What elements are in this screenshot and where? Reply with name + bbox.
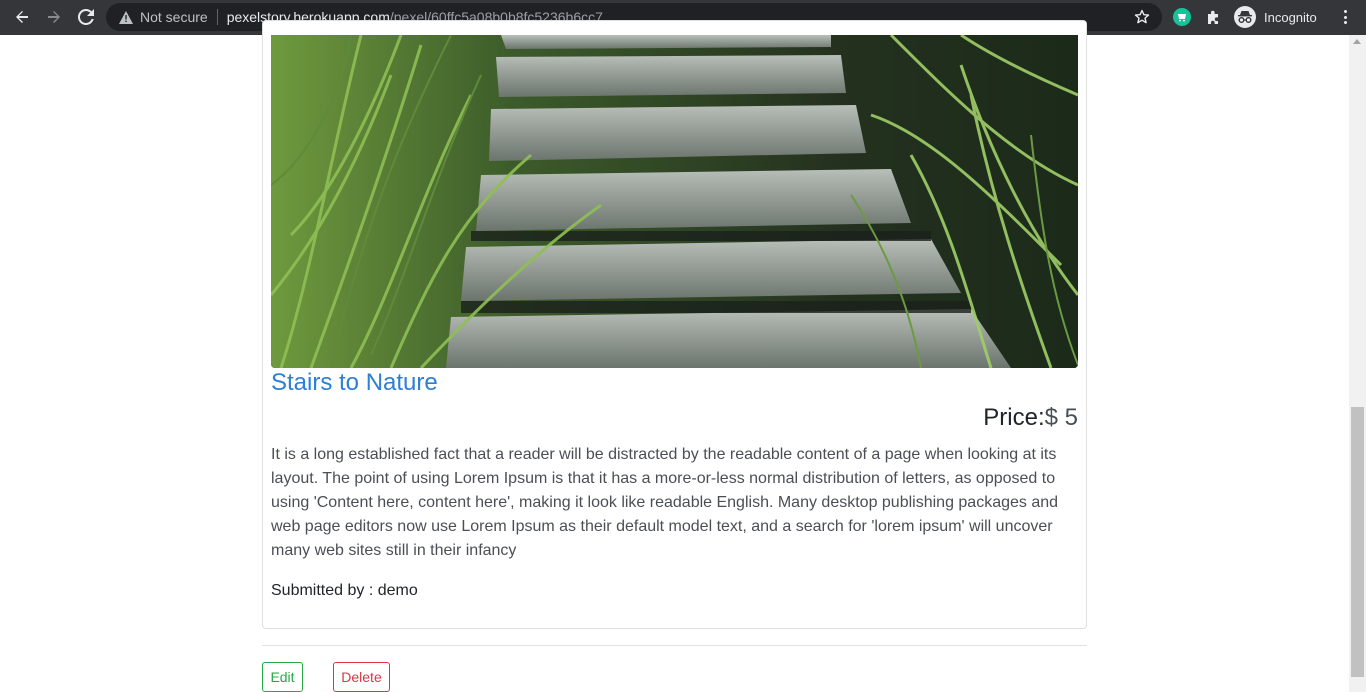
page-scrollbar[interactable]	[1349, 35, 1366, 692]
edit-button[interactable]: Edit	[262, 662, 303, 692]
incognito-label: Incognito	[1264, 9, 1317, 25]
price-value: $ 5	[1044, 404, 1078, 431]
grammarly-icon[interactable]	[1173, 8, 1191, 26]
reload-icon[interactable]	[70, 1, 102, 33]
scrollbar-thumb[interactable]	[1351, 407, 1364, 677]
price-label: Price:	[983, 404, 1045, 431]
delete-button[interactable]: Delete	[333, 662, 390, 692]
back-arrow-icon[interactable]	[6, 1, 38, 33]
post-description: It is a long established fact that a rea…	[271, 446, 1059, 559]
submitted-by: Submitted by : demo	[271, 582, 418, 599]
star-icon[interactable]	[1134, 9, 1150, 25]
post-title-link[interactable]: Stairs to Nature	[271, 368, 438, 398]
incognito-profile-button[interactable]: Incognito	[1234, 5, 1317, 29]
security-label[interactable]: Not secure	[140, 9, 208, 25]
omnibox-divider	[216, 9, 218, 25]
kebab-menu-icon[interactable]	[1336, 8, 1354, 26]
puzzle-icon[interactable]	[1205, 8, 1223, 26]
post-image	[271, 35, 1078, 368]
post-price: Price:$ 5	[983, 403, 1078, 433]
scroll-up-arrow-icon[interactable]	[1353, 39, 1361, 44]
divider	[262, 645, 1087, 646]
warning-icon	[118, 9, 134, 25]
forward-arrow-icon[interactable]	[38, 1, 70, 33]
boardwalk-grass-photo	[271, 35, 1078, 368]
incognito-icon	[1234, 6, 1256, 28]
